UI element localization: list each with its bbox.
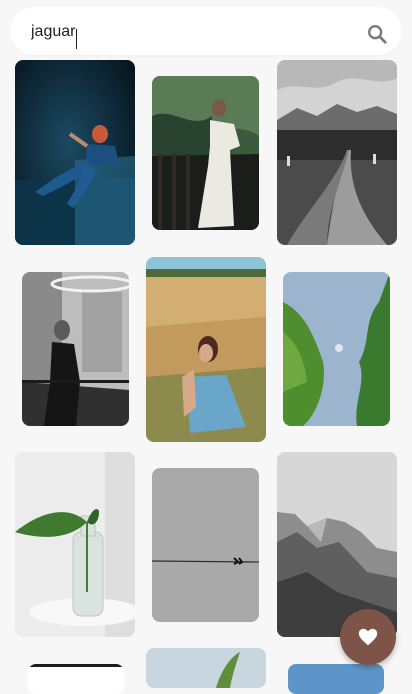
image-tree-blue-sky-moon[interactable] [283, 272, 390, 426]
image-partial-plant[interactable] [146, 648, 266, 688]
image-plant-in-glass-bottle[interactable] [15, 452, 135, 637]
image-gray-minimal-birds[interactable] [152, 468, 259, 622]
search-input[interactable] [31, 21, 351, 43]
image-woman-white-dress-balcony[interactable] [152, 76, 259, 230]
image-partial-blue[interactable] [288, 664, 384, 694]
image-woman-wheat-field[interactable] [146, 257, 266, 442]
image-woman-black-dress-stairs[interactable] [22, 272, 129, 426]
heart-icon [358, 628, 378, 646]
search-icon[interactable] [366, 23, 388, 45]
search-bar [10, 7, 402, 55]
image-man-on-ledge-blue[interactable] [15, 60, 135, 245]
text-caret [76, 29, 77, 49]
image-mountain-road[interactable] [277, 60, 397, 245]
image-rocky-mountains[interactable] [277, 452, 397, 637]
favorites-button[interactable] [340, 609, 396, 665]
image-partial-dark[interactable] [28, 664, 124, 694]
